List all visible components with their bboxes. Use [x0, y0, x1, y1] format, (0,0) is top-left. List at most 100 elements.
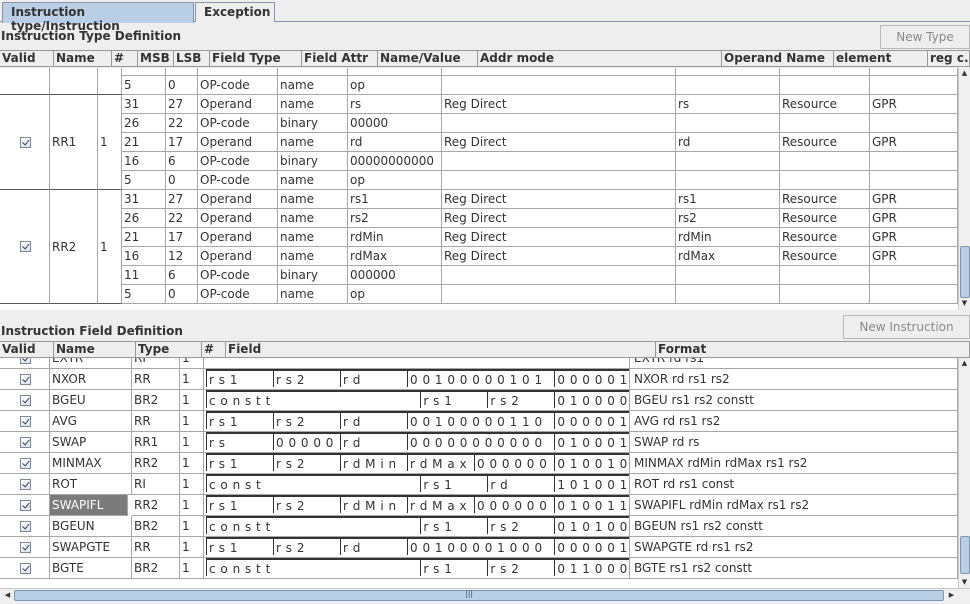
instruction-field-bits[interactable]: c o n s t t r s 1 r s 2 0 1 0 1 0 0 [204, 516, 630, 537]
column-header[interactable]: # [112, 51, 138, 66]
instruction-format[interactable]: BGEUN rs1 rs2 constt [630, 516, 958, 537]
scroll-down-icon[interactable]: ▼ [959, 298, 970, 309]
table-cell[interactable]: binary [278, 114, 348, 133]
instruction-name[interactable]: SWAP [50, 432, 132, 453]
scroll-thumb[interactable] [960, 246, 970, 298]
table-cell[interactable]: Reg Direct [442, 133, 676, 152]
table-cell[interactable]: OP-code [198, 171, 278, 190]
new-type-button[interactable]: New Type [880, 25, 970, 49]
table-cell[interactable]: 0 [166, 76, 198, 95]
instruction-format[interactable]: AVG rd rs1 rs2 [630, 411, 958, 432]
table-cell[interactable] [870, 152, 958, 171]
column-header[interactable]: # [202, 342, 226, 357]
table-cell[interactable]: Reg Direct [442, 95, 676, 114]
table-cell[interactable]: OP-code [198, 114, 278, 133]
table-cell[interactable] [442, 68, 676, 76]
table-cell[interactable]: name [278, 209, 348, 228]
instruction-format[interactable]: ROT rd rs1 const [630, 474, 958, 495]
table-cell[interactable]: rs [348, 95, 442, 114]
table-cell[interactable]: GPR [870, 95, 958, 114]
column-header[interactable]: MSB [138, 51, 174, 66]
table-cell[interactable]: name [278, 95, 348, 114]
table-cell[interactable] [676, 68, 780, 76]
instruction-type[interactable]: RI [132, 474, 180, 495]
table-cell[interactable] [442, 152, 676, 171]
new-instruction-button[interactable]: New Instruction [843, 315, 970, 339]
instruction-type[interactable]: RI [132, 358, 180, 369]
instruction-count[interactable]: 1 [180, 516, 204, 537]
table-cell[interactable]: 17 [166, 133, 198, 152]
table-cell[interactable]: Reg Direct [442, 190, 676, 209]
scroll-down-icon[interactable]: ▼ [959, 577, 970, 588]
column-header[interactable]: Field [226, 342, 656, 357]
table-cell[interactable] [676, 114, 780, 133]
table-cell[interactable]: rd [676, 133, 780, 152]
table-cell[interactable]: 16 [122, 152, 166, 171]
column-header[interactable]: Operand Name [722, 51, 834, 66]
scroll-right-icon[interactable]: ▶ [946, 590, 957, 601]
table-cell[interactable]: 12 [166, 247, 198, 266]
instruction-type[interactable]: RR2 [132, 495, 180, 516]
instruction-count[interactable]: 1 [180, 411, 204, 432]
instruction-count[interactable]: 1 [180, 390, 204, 411]
table-cell[interactable]: GPR [870, 190, 958, 209]
column-header[interactable]: Name [54, 51, 112, 66]
tab-instruction-type[interactable]: Instruction type/Instruction [2, 2, 194, 33]
column-header[interactable]: Field Type [210, 51, 302, 66]
table-cell[interactable]: op [348, 171, 442, 190]
hscroll-thumb[interactable]: ||| [14, 589, 944, 601]
instruction-field-bits[interactable]: r s 1 r s 2 r d 0 0 1 0 0 0 0 0 1 1 0 0 0 0 … [204, 411, 630, 432]
valid-checkbox[interactable] [20, 136, 31, 148]
column-header[interactable]: reg c... [928, 51, 970, 66]
instruction-format[interactable]: BGEU rs1 rs2 constt [630, 390, 958, 411]
table-cell[interactable] [442, 76, 676, 95]
column-header[interactable]: Valid [0, 342, 54, 357]
instruction-name[interactable]: EXTR [50, 358, 132, 369]
instruction-name[interactable]: ROT [50, 474, 132, 495]
table-cell[interactable]: 5 [122, 171, 166, 190]
table-cell[interactable]: 00000 [348, 114, 442, 133]
table-cell[interactable]: rdMin [676, 228, 780, 247]
table-cell[interactable]: rs2 [348, 209, 442, 228]
table-cell[interactable]: 26 [122, 209, 166, 228]
table-cell[interactable] [122, 68, 166, 76]
table-cell[interactable] [442, 266, 676, 285]
valid-checkbox[interactable] [20, 416, 31, 427]
table-cell[interactable]: OP-code [198, 266, 278, 285]
table-cell[interactable] [348, 68, 442, 76]
table-cell[interactable]: GPR [870, 209, 958, 228]
instruction-type[interactable]: BR2 [132, 516, 180, 537]
table-cell[interactable]: 00000000000 [348, 152, 442, 171]
table-cell[interactable]: 6 [166, 266, 198, 285]
table-cell[interactable] [676, 171, 780, 190]
table-cell[interactable]: 31 [122, 190, 166, 209]
scroll-up-icon[interactable]: ▲ [959, 68, 970, 79]
table-cell[interactable]: rs [676, 95, 780, 114]
table-cell[interactable] [780, 152, 870, 171]
table-cell[interactable] [780, 68, 870, 76]
table-cell[interactable] [870, 285, 958, 304]
table-cell[interactable] [676, 285, 780, 304]
instruction-count[interactable]: 1 [180, 558, 204, 579]
instruction-count[interactable]: 1 [180, 369, 204, 390]
instruction-field-bits[interactable]: r s 1 r s 2 r d 0 0 1 0 0 0 0 0 1 0 1 0 0 0 … [204, 369, 630, 390]
scroll-up-icon[interactable]: ▲ [959, 358, 970, 369]
table-cell[interactable] [780, 285, 870, 304]
table-cell[interactable]: 21 [122, 228, 166, 247]
table-cell[interactable] [198, 68, 278, 76]
table-cell[interactable] [676, 266, 780, 285]
table-cell[interactable]: binary [278, 152, 348, 171]
column-header[interactable]: Valid [0, 51, 54, 66]
instruction-type[interactable]: RR1 [132, 432, 180, 453]
table-cell[interactable] [870, 114, 958, 133]
column-header[interactable]: Field Attr [302, 51, 378, 66]
table-cell[interactable]: 17 [166, 228, 198, 247]
table-cell[interactable]: binary [278, 266, 348, 285]
table-cell[interactable] [780, 266, 870, 285]
table-cell[interactable]: GPR [870, 228, 958, 247]
table-cell[interactable]: name [278, 76, 348, 95]
table-cell[interactable] [166, 68, 198, 76]
valid-checkbox[interactable] [20, 500, 31, 511]
table-cell[interactable]: Reg Direct [442, 247, 676, 266]
instruction-field-bits[interactable]: r s 0 0 0 0 0 r d 0 0 0 0 0 0 0 0 0 0 0 0 1 … [204, 432, 630, 453]
